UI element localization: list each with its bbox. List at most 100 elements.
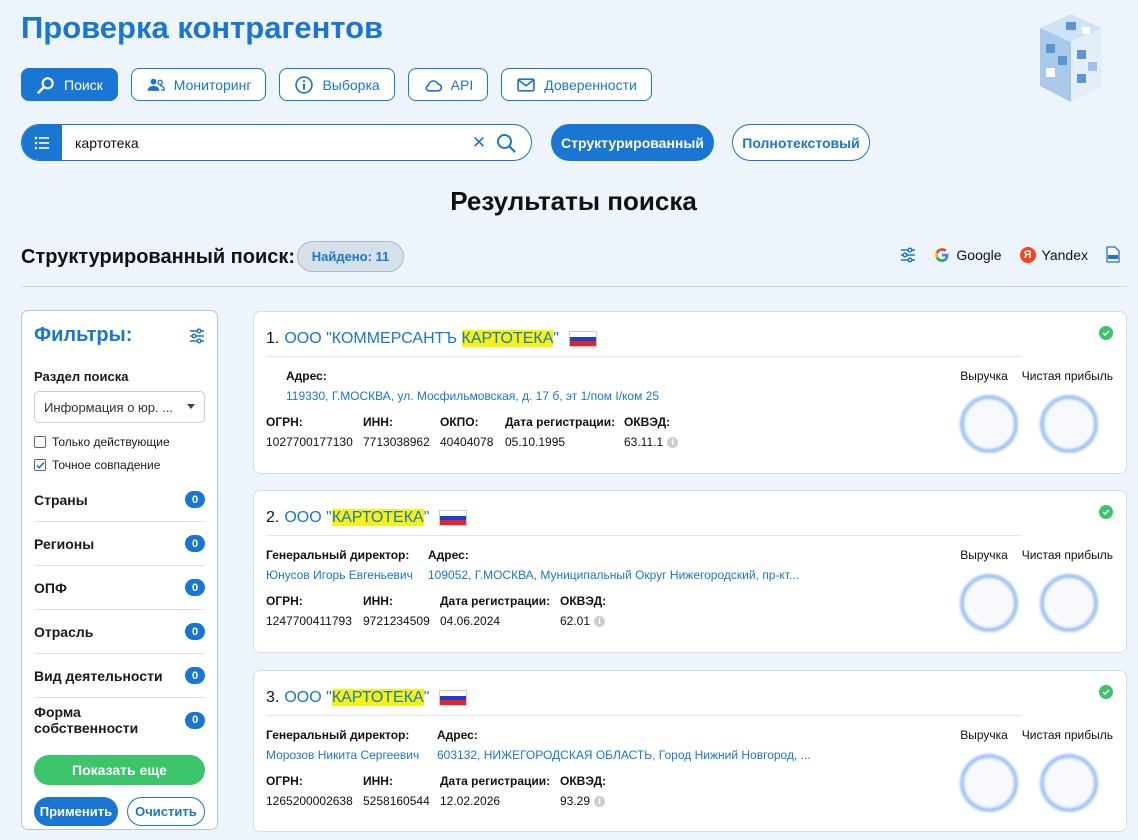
- chevron-down-icon: [187, 404, 195, 409]
- search-input[interactable]: [62, 134, 468, 151]
- okpo-label: ОКПО:: [440, 415, 479, 429]
- clear-button[interactable]: Очистить: [126, 797, 205, 826]
- reg-date-field: Дата регистрации: 04.06.2024: [440, 594, 550, 628]
- nav-search-label: Поиск: [64, 76, 103, 93]
- main-nav: Поиск Мониторинг Выборка API Доверенност…: [21, 68, 652, 101]
- checkbox-unchecked[interactable]: [34, 436, 46, 448]
- inn-field: ИНН: 9721234509: [363, 594, 430, 628]
- address-label: Адрес:: [428, 548, 469, 562]
- result-number: 2.: [266, 509, 280, 526]
- check-icon: [35, 461, 45, 469]
- filter-label: Форма собственности: [34, 704, 139, 736]
- profit-circle-blurred: [1040, 754, 1098, 812]
- status-active-icon: [1099, 505, 1113, 519]
- sliders-icon: [901, 246, 916, 263]
- reg-date-label: Дата регистрации:: [505, 415, 616, 429]
- okved-label: ОКВЭД:: [560, 774, 607, 788]
- nav-powers-label: Доверенности: [544, 76, 637, 93]
- fulltext-mode-button[interactable]: Полнотекстовый: [732, 124, 870, 161]
- filter-label: Страны: [34, 491, 88, 508]
- filter-regions[interactable]: Регионы 0: [34, 522, 205, 566]
- only-active-checkbox[interactable]: Только действующие: [34, 435, 205, 449]
- okpo-field: ОКПО: 40404078: [440, 415, 493, 449]
- exact-match-checkbox[interactable]: Точное совпадение: [34, 458, 205, 472]
- okved-value: 93.29: [560, 794, 591, 808]
- director-field: Генеральный директор: Морозов Никита Сер…: [266, 728, 419, 762]
- mail-icon: [517, 77, 535, 92]
- filter-countries[interactable]: Страны 0: [34, 478, 205, 522]
- filter-count-badge: 0: [185, 535, 205, 552]
- search-section-select[interactable]: Информация о юр. ...: [34, 391, 205, 423]
- nav-search-button[interactable]: Поиск: [21, 68, 118, 101]
- ogrn-field: ОГРН: 1247700411793: [266, 594, 352, 628]
- info-icon[interactable]: i: [594, 615, 606, 627]
- info-icon[interactable]: i: [594, 795, 606, 807]
- structured-mode-button[interactable]: Структурированный: [551, 124, 714, 161]
- reg-date-value: 04.06.2024: [440, 614, 501, 628]
- nav-monitoring-button[interactable]: Мониторинг: [130, 68, 267, 101]
- filter-ownership[interactable]: Форма собственности 0: [34, 698, 205, 742]
- yandex-search-link[interactable]: Я Yandex: [1019, 246, 1088, 263]
- director-field: Генеральный директор: Юнусов Игорь Евген…: [266, 548, 413, 582]
- okved-value: 63.11.1: [624, 435, 664, 449]
- google-label: Google: [956, 246, 1002, 263]
- director-link[interactable]: Юнусов Игорь Евгеньевич: [266, 568, 413, 582]
- found-count-badge: Найдено: 11: [297, 241, 404, 272]
- yandex-icon: Я: [1019, 246, 1036, 263]
- address-field: Адрес: 119330, Г.МОСКВА, ул. Мосфильмовс…: [286, 369, 659, 403]
- search-icon: [37, 76, 54, 94]
- nav-powers-button[interactable]: Доверенности: [501, 68, 652, 101]
- revenue-label: Выручка: [960, 369, 1008, 383]
- address-link[interactable]: 603132, НИЖЕГОРОДСКАЯ ОБЛАСТЬ, Город Ниж…: [437, 748, 811, 762]
- list-toggle-button[interactable]: [22, 125, 62, 160]
- company-title[interactable]: 3. ООО "КАРТОТЕКА": [266, 689, 468, 707]
- director-link[interactable]: Морозов Никита Сергеевич: [266, 748, 419, 762]
- filter-settings-icon[interactable]: [189, 327, 205, 344]
- nav-monitoring-label: Мониторинг: [173, 76, 252, 93]
- filter-opf[interactable]: ОПФ 0: [34, 566, 205, 610]
- company-name-link[interactable]: ООО "КАРТОТЕКА": [284, 509, 429, 527]
- address-link[interactable]: 109052, Г.МОСКВА, Муниципальный Округ Ни…: [428, 568, 799, 582]
- clear-search-button[interactable]: ✕: [468, 132, 490, 154]
- nav-selection-button[interactable]: Выборка: [279, 68, 395, 101]
- address-label: Адрес:: [286, 369, 327, 383]
- filters-title: Фильтры:: [34, 324, 133, 346]
- search-submit-button[interactable]: [495, 132, 517, 154]
- director-label: Генеральный директор:: [266, 728, 410, 742]
- filter-industry[interactable]: Отрасль 0: [34, 610, 205, 654]
- address-link[interactable]: 119330, Г.МОСКВА, ул. Мосфильмовская, д.…: [286, 389, 659, 403]
- checkbox-checked[interactable]: [34, 459, 46, 471]
- filter-label: ОПФ: [34, 579, 67, 596]
- company-title[interactable]: 1. ООО "КОММЕРСАНТЪ КАРТОТЕКА": [266, 330, 598, 348]
- okved-label: ОКВЭД:: [560, 594, 607, 608]
- nav-api-button[interactable]: API: [407, 68, 489, 101]
- reg-date-value: 05.10.1995: [505, 435, 566, 449]
- russia-flag-icon: [439, 690, 468, 706]
- company-name-link[interactable]: ООО "КАРТОТЕКА": [284, 689, 429, 707]
- result-tools: Google Я Yandex: [900, 246, 1120, 263]
- ogrn-field: ОГРН: 1265200002638: [266, 774, 353, 808]
- okpo-value: 40404078: [440, 435, 494, 449]
- inn-field: ИНН: 7713038962: [363, 415, 430, 449]
- settings-button[interactable]: [900, 246, 916, 263]
- revenue-circle-blurred: [960, 754, 1018, 812]
- card-divider: [266, 356, 1022, 357]
- finance-labels: Выручка Чистая прибыль: [960, 728, 1113, 742]
- company-title[interactable]: 2. ООО "КАРТОТЕКА": [266, 509, 468, 527]
- show-more-button[interactable]: Показать еще: [34, 755, 205, 785]
- okved-field: ОКВЭД: 63.11.1 i: [624, 415, 679, 449]
- okved-field: ОКВЭД: 62.01 i: [560, 594, 606, 628]
- address-field: Адрес: 109052, Г.МОСКВА, Муниципальный О…: [428, 548, 799, 582]
- result-number: 1.: [266, 330, 280, 347]
- highlighted-match: КАРТОТЕКА: [331, 689, 424, 706]
- ogrn-label: ОГРН:: [266, 774, 303, 788]
- info-icon[interactable]: i: [667, 436, 679, 448]
- apply-button[interactable]: Применить: [34, 797, 118, 826]
- export-button[interactable]: [1106, 246, 1120, 263]
- google-search-link[interactable]: Google: [934, 246, 1002, 263]
- reg-date-field: Дата регистрации: 05.10.1995: [505, 415, 615, 449]
- filter-activity[interactable]: Вид деятельности 0: [34, 654, 205, 698]
- only-active-label: Только действующие: [52, 435, 170, 449]
- users-icon: [147, 78, 165, 91]
- company-name-link[interactable]: ООО "КОММЕРСАНТЪ КАРТОТЕКА": [284, 330, 559, 348]
